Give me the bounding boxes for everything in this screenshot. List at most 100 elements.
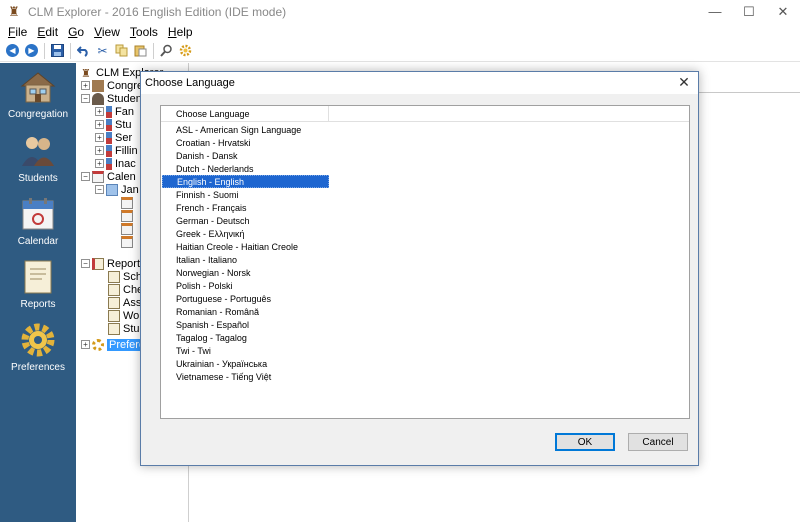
nav-students-label: Students	[18, 173, 58, 184]
tree-item-january[interactable]: − Jan	[95, 183, 139, 196]
list-item[interactable]: Greek - Ελληνική	[162, 227, 329, 240]
tree-item-che[interactable]: Che	[108, 283, 143, 296]
list-item[interactable]: Vietnamese - Tiếng Việt	[162, 370, 329, 383]
expand-icon[interactable]: +	[95, 107, 104, 116]
house-icon	[92, 79, 104, 92]
column-header-empty[interactable]	[329, 106, 689, 122]
menu-view[interactable]: View	[89, 25, 125, 39]
list-item[interactable]: ASL - American Sign Language	[162, 123, 329, 136]
tree-item-congregation[interactable]: + Congre	[81, 79, 143, 92]
tree-item-students[interactable]: − Studen	[81, 92, 142, 105]
forward-icon: ▶	[25, 44, 38, 57]
report-icon	[20, 259, 56, 295]
expand-icon[interactable]: +	[95, 120, 104, 129]
tree-item-week[interactable]	[121, 196, 136, 209]
language-list[interactable]: Choose Language ASL - American Sign Lang…	[160, 105, 690, 419]
list-item-selected[interactable]: English - English	[162, 175, 329, 188]
copy-button[interactable]	[112, 41, 131, 60]
minimize-button[interactable]: —	[698, 0, 732, 23]
paste-icon	[134, 45, 147, 57]
nav-reports[interactable]: Reports	[0, 259, 76, 319]
list-item[interactable]: Italian - Italiano	[162, 253, 329, 266]
tree-item-week[interactable]	[121, 235, 136, 248]
collapse-icon[interactable]: −	[95, 185, 104, 194]
collapse-icon[interactable]: −	[81, 172, 90, 181]
list-item[interactable]: French - Français	[162, 201, 329, 214]
tree-item-inac[interactable]: + Inac	[95, 157, 136, 170]
list-item[interactable]: Twi - Twi	[162, 344, 329, 357]
paste-button[interactable]	[131, 41, 150, 60]
cancel-button[interactable]: Cancel	[628, 433, 688, 451]
list-item[interactable]: Dutch - Nederlands	[162, 162, 329, 175]
menu-edit[interactable]: Edit	[32, 25, 63, 39]
people-icon	[20, 133, 56, 169]
tree-item-week[interactable]	[121, 209, 136, 222]
gear-icon	[179, 44, 192, 57]
report-icon	[92, 257, 104, 270]
undo-button[interactable]	[74, 41, 93, 60]
tree-item-ser[interactable]: + Ser	[95, 131, 132, 144]
calendar-icon	[92, 170, 104, 183]
list-item[interactable]: Portuguese - Português	[162, 292, 329, 305]
tree-item-stu[interactable]: + Stu	[95, 118, 132, 131]
maximize-button[interactable]: ☐	[732, 0, 766, 23]
nav-calendar[interactable]: Calendar	[0, 196, 76, 256]
tree-item-families[interactable]: + Fan	[95, 105, 134, 118]
collapse-icon[interactable]: −	[81, 259, 90, 268]
toolbar-separator	[44, 42, 45, 59]
expand-icon[interactable]: +	[95, 133, 104, 142]
expand-icon[interactable]: +	[81, 81, 90, 90]
menu-go[interactable]: Go	[63, 25, 89, 39]
list-item[interactable]: Tagalog - Tagalog	[162, 331, 329, 344]
find-button[interactable]	[157, 41, 176, 60]
settings-button[interactable]	[176, 41, 195, 60]
menu-file[interactable]: File	[3, 25, 32, 39]
nav-reports-label: Reports	[20, 299, 56, 310]
tree-item-sch[interactable]: Sch	[108, 270, 142, 283]
column-header-language[interactable]: Choose Language	[161, 106, 329, 122]
nav-preferences-label: Preferences	[11, 362, 65, 373]
choose-language-dialog: Choose Language ✕ Choose Language ASL - …	[140, 71, 699, 466]
list-item[interactable]: Spanish - Español	[162, 318, 329, 331]
tree-item-week[interactable]	[121, 222, 136, 235]
gear-icon	[92, 338, 104, 351]
dialog-close-button[interactable]: ✕	[676, 74, 692, 90]
back-button[interactable]: ◀	[3, 41, 22, 60]
expand-icon[interactable]: +	[95, 159, 104, 168]
list-item[interactable]: Ukrainian - Українська	[162, 357, 329, 370]
cut-button[interactable]: ✂	[93, 41, 112, 60]
close-window-button[interactable]: ✕	[766, 0, 800, 23]
back-icon: ◀	[6, 44, 19, 57]
title-bar: ♜ CLM Explorer - 2016 English Edition (I…	[0, 0, 800, 23]
nav-congregation[interactable]: Congregation	[0, 69, 76, 129]
expand-icon[interactable]: +	[95, 146, 104, 155]
list-item[interactable]: Croatian - Hrvatski	[162, 136, 329, 149]
nav-preferences[interactable]: Preferences	[0, 322, 76, 382]
scissors-icon: ✂	[97, 43, 108, 58]
window-controls: — ☐ ✕	[698, 0, 800, 23]
list-item[interactable]: German - Deutsch	[162, 214, 329, 227]
collapse-icon[interactable]: −	[81, 94, 90, 103]
menu-help[interactable]: Help	[163, 25, 198, 39]
ok-button[interactable]: OK	[555, 433, 615, 451]
forward-button[interactable]: ▶	[22, 41, 41, 60]
nav-students[interactable]: Students	[0, 133, 76, 193]
list-item[interactable]: Polish - Polski	[162, 279, 329, 292]
window-title: CLM Explorer - 2016 English Edition (IDE…	[28, 4, 287, 19]
list-item[interactable]: Romanian - Română	[162, 305, 329, 318]
dialog-title-bar: Choose Language ✕	[141, 72, 698, 94]
tree-item-calendar[interactable]: − Calen	[81, 170, 136, 183]
list-item[interactable]: Norwegian - Norsk	[162, 266, 329, 279]
list-item[interactable]: Haitian Creole - Haitian Creole	[162, 240, 329, 253]
nav-calendar-label: Calendar	[17, 236, 59, 247]
save-button[interactable]	[48, 41, 67, 60]
tree-item-reports[interactable]: − Report	[81, 257, 140, 270]
list-item[interactable]: Finnish - Suomi	[162, 188, 329, 201]
tree-item-preferences[interactable]: + Prefere	[81, 338, 148, 351]
expand-icon[interactable]: +	[81, 340, 90, 349]
tree-item-wo[interactable]: Wo	[108, 309, 139, 322]
tree-item-fill[interactable]: + Fillin	[95, 144, 138, 157]
tree-item-ass[interactable]: Ass	[108, 296, 141, 309]
list-item[interactable]: Danish - Dansk	[162, 149, 329, 162]
menu-tools[interactable]: Tools	[125, 25, 163, 39]
